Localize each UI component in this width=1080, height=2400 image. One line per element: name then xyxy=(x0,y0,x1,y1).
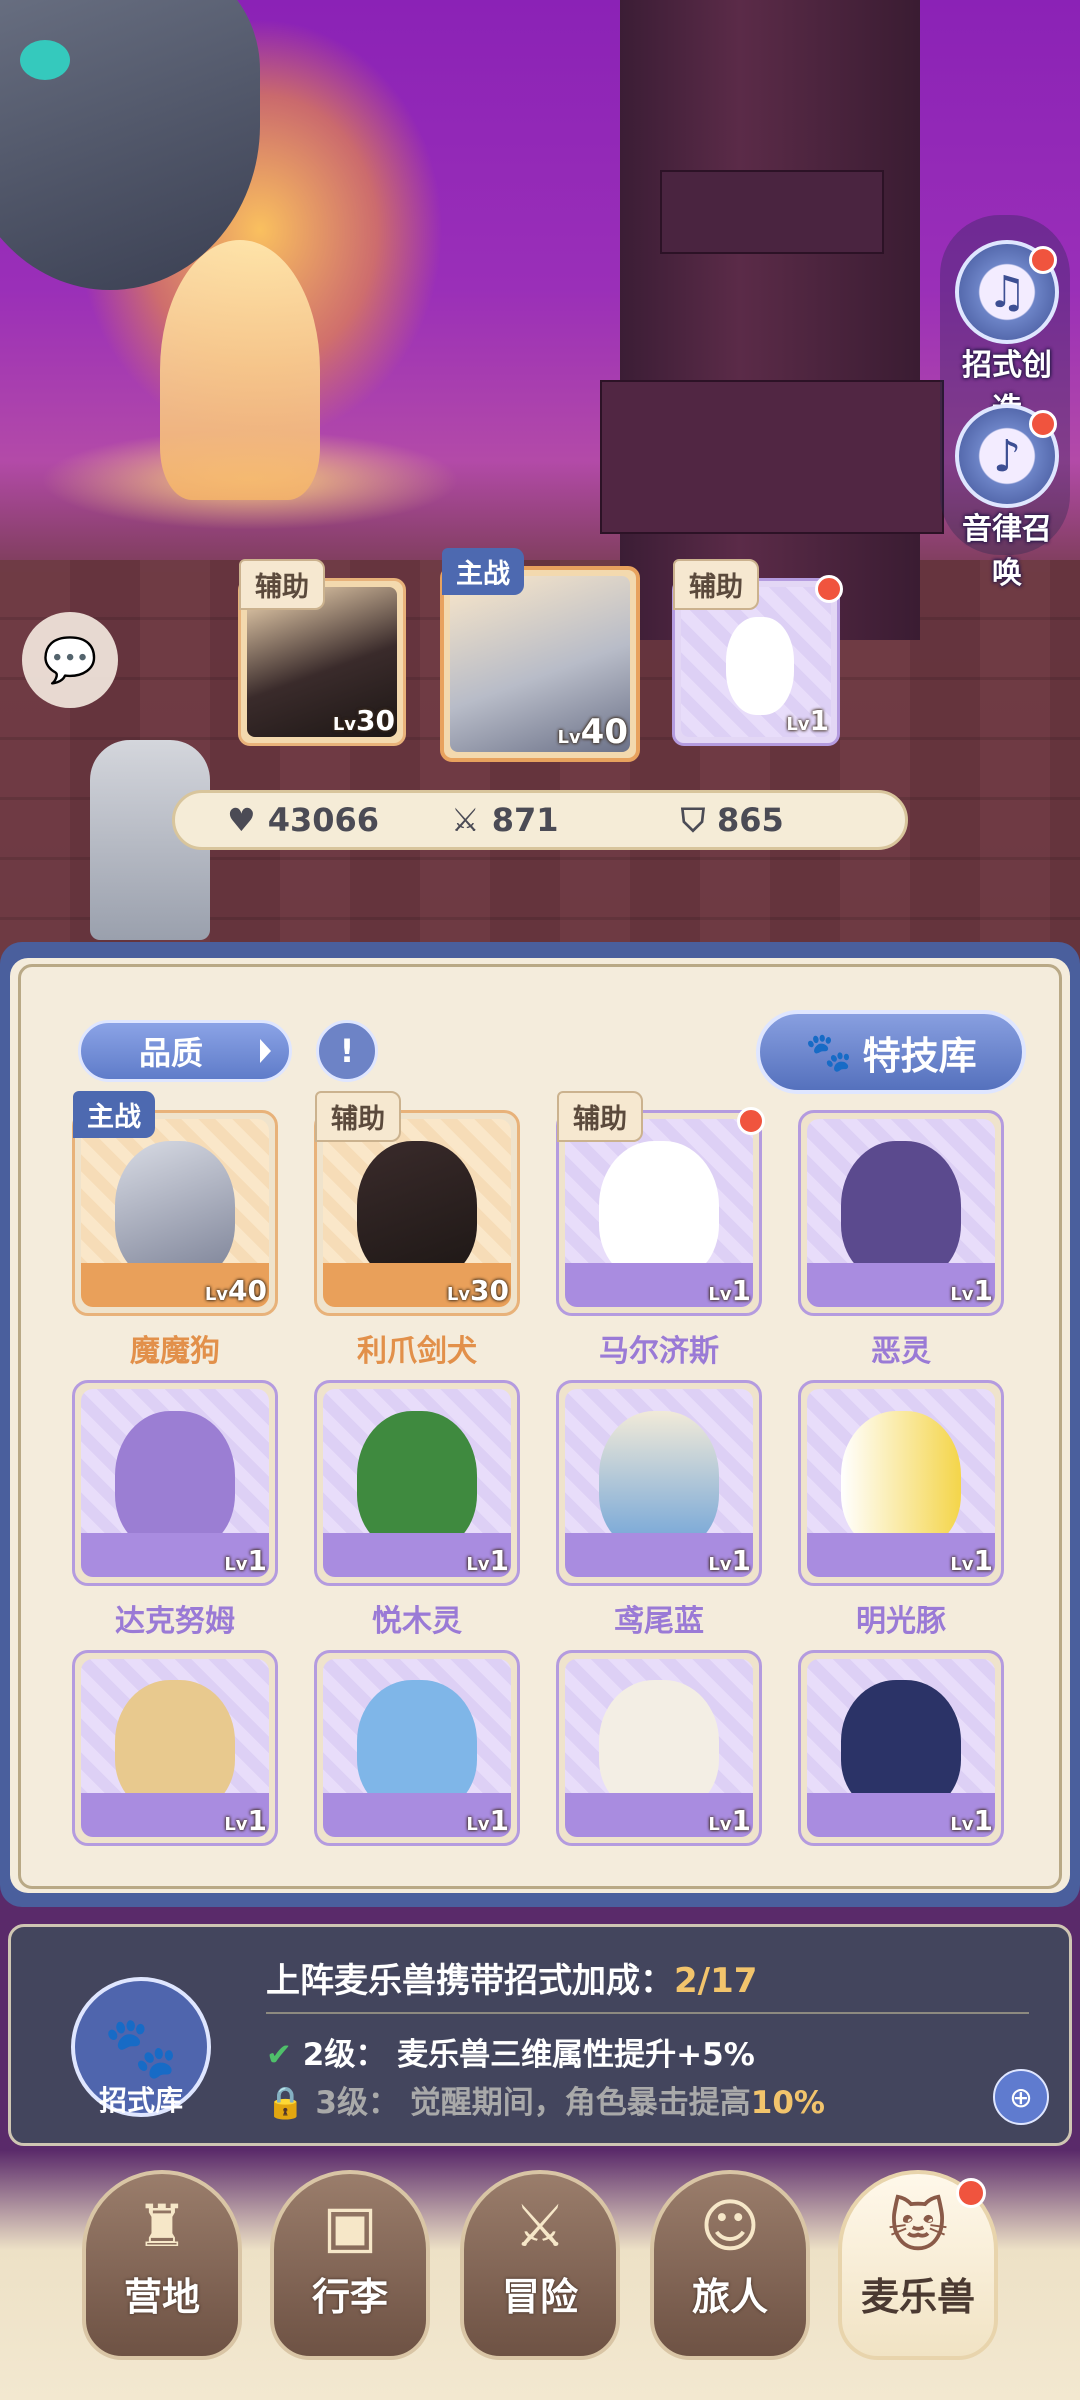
pet-card[interactable]: Lv1 xyxy=(72,1380,278,1586)
backpack-icon: ▣ xyxy=(322,2192,378,2260)
nav-luggage[interactable]: ▣ 行李 xyxy=(270,2170,430,2360)
level-label: Lv1 xyxy=(466,1544,509,1577)
team-slot-assist-1[interactable]: 辅助 Lv30 xyxy=(238,559,406,746)
pet-card[interactable]: Lv1 xyxy=(798,1650,1004,1846)
level-label: Lv40 xyxy=(204,1274,267,1307)
castle-icon: ♜ xyxy=(136,2192,188,2260)
team-slot-main[interactable]: 主战 Lv40 xyxy=(440,548,640,762)
pet-name: 明光豚 xyxy=(856,1604,946,1639)
paw-shield-icon: 🐾 xyxy=(103,2012,179,2083)
level-label: Lv1 xyxy=(950,1544,993,1577)
bonus-row-locked: 🔒 3级： 觉醒期间，角色暴击提高10% xyxy=(266,2085,825,2121)
pet-name: 恶灵 xyxy=(871,1334,931,1369)
bonus-title: 上阵麦乐兽携带招式加成：2/17 xyxy=(266,1961,758,2001)
quality-filter-button[interactable]: 品质 xyxy=(78,1020,292,1082)
level-label: Lv1 xyxy=(950,1804,993,1837)
slot-tag: 辅助 xyxy=(673,559,759,610)
notification-dot xyxy=(1029,410,1057,438)
slot-tag: 辅助 xyxy=(557,1091,643,1142)
zoom-button[interactable]: ⊕ xyxy=(993,2069,1049,2125)
slot-tag: 辅助 xyxy=(315,1091,401,1142)
hp-stat: ♥ 43066 xyxy=(227,801,380,839)
pet-card[interactable]: Lv1 xyxy=(314,1650,520,1846)
pet-card[interactable]: Lv1 xyxy=(798,1110,1004,1316)
crossed-swords-icon: ⚔ xyxy=(451,801,480,839)
info-button[interactable]: ! xyxy=(316,1020,378,1082)
crossed-swords-icon: ⚔ xyxy=(514,2192,566,2260)
traveler-icon: ☺ xyxy=(699,2192,761,2260)
pet-card[interactable]: 辅助 Lv1 xyxy=(556,1091,765,1316)
stone-pillar xyxy=(600,0,944,640)
pet-card[interactable]: 辅助 Lv30 xyxy=(314,1091,520,1316)
music-book-icon: ♫ xyxy=(955,240,1059,344)
nav-adventure[interactable]: ⚔ 冒险 xyxy=(460,2170,620,2360)
nav-traveler[interactable]: ☺ 旅人 xyxy=(650,2170,810,2360)
pet-name: 鸢尾蓝 xyxy=(614,1604,704,1639)
chat-button[interactable]: 💬 xyxy=(22,612,118,708)
pet-name: 达克努姆 xyxy=(115,1604,235,1639)
lock-icon: 🔒 xyxy=(266,2085,305,2121)
chat-bubble-icon: 💬 xyxy=(42,635,98,686)
pet-card[interactable]: Lv1 xyxy=(314,1380,520,1586)
notification-dot xyxy=(737,1107,765,1135)
level-label: Lv1 xyxy=(224,1804,267,1837)
level-label: Lv1 xyxy=(708,1804,751,1837)
level-label: Lv30 xyxy=(446,1274,509,1307)
slot-tag: 主战 xyxy=(442,548,524,595)
shield-icon: ⛉ xyxy=(681,800,706,839)
level-label: Lv1 xyxy=(950,1274,993,1307)
pet-name: 悦木灵 xyxy=(372,1604,462,1639)
pet-name: 魔魔狗 xyxy=(130,1334,220,1369)
level-label: Lv1 xyxy=(466,1804,509,1837)
level-label: Lv1 xyxy=(708,1544,751,1577)
level-label: Lv30 xyxy=(332,704,395,737)
move-create-button[interactable]: ♫ 招式创造 xyxy=(952,240,1062,428)
nav-camp[interactable]: ♜ 营地 xyxy=(82,2170,242,2360)
melody-summon-button[interactable]: ♪ 音律召唤 xyxy=(952,404,1062,592)
pet-card[interactable]: Lv1 xyxy=(798,1380,1004,1586)
info-icon: ! xyxy=(339,1032,355,1070)
notification-dot xyxy=(956,2178,986,2208)
team-stats-bar: ♥ 43066 ⚔ 871 ⛉ 865 xyxy=(172,790,908,850)
notification-dot xyxy=(1029,246,1057,274)
caret-right-icon xyxy=(260,1039,271,1063)
lyre-icon: ♪ xyxy=(955,404,1059,508)
paw-icon: 🐾 xyxy=(805,1029,853,1074)
pet-card[interactable]: 主战 Lv40 xyxy=(72,1091,278,1316)
check-icon: ✔ xyxy=(266,2037,292,2073)
level-label: Lv1 xyxy=(224,1544,267,1577)
slot-tag: 辅助 xyxy=(239,559,325,610)
divider xyxy=(266,2012,1029,2014)
skill-library-button[interactable]: 🐾 特技库 xyxy=(756,1010,1026,1094)
pet-name: 利爪剑犬 xyxy=(357,1334,477,1369)
nav-pets[interactable]: 🐱 麦乐兽 xyxy=(838,2170,998,2360)
magnifier-icon: ⊕ xyxy=(1009,2080,1033,2114)
attack-stat: ⚔ 871 xyxy=(451,801,559,839)
bonus-row-unlocked: ✔ 2级： 麦乐兽三维属性提升+5% xyxy=(266,2037,755,2073)
pet-card[interactable]: Lv1 xyxy=(556,1380,762,1586)
slot-tag: 主战 xyxy=(73,1091,155,1138)
team-slot-assist-2[interactable]: 辅助 Lv1 xyxy=(672,559,843,746)
level-label: Lv1 xyxy=(786,704,829,737)
pet-card[interactable]: Lv1 xyxy=(72,1650,278,1846)
golden-tree xyxy=(160,240,320,500)
move-bonus-panel: 🐾 招式库 上阵麦乐兽携带招式加成：2/17 ✔ 2级： 麦乐兽三维属性提升+5… xyxy=(8,1924,1072,2146)
pet-card[interactable]: Lv1 xyxy=(556,1650,762,1846)
notification-dot xyxy=(815,575,843,603)
level-label: Lv1 xyxy=(708,1274,751,1307)
level-label: Lv40 xyxy=(557,712,628,752)
pet-name: 马尔济斯 xyxy=(599,1334,719,1369)
defense-stat: ⛉ 865 xyxy=(681,800,784,840)
heart-icon: ♥ xyxy=(227,801,256,839)
